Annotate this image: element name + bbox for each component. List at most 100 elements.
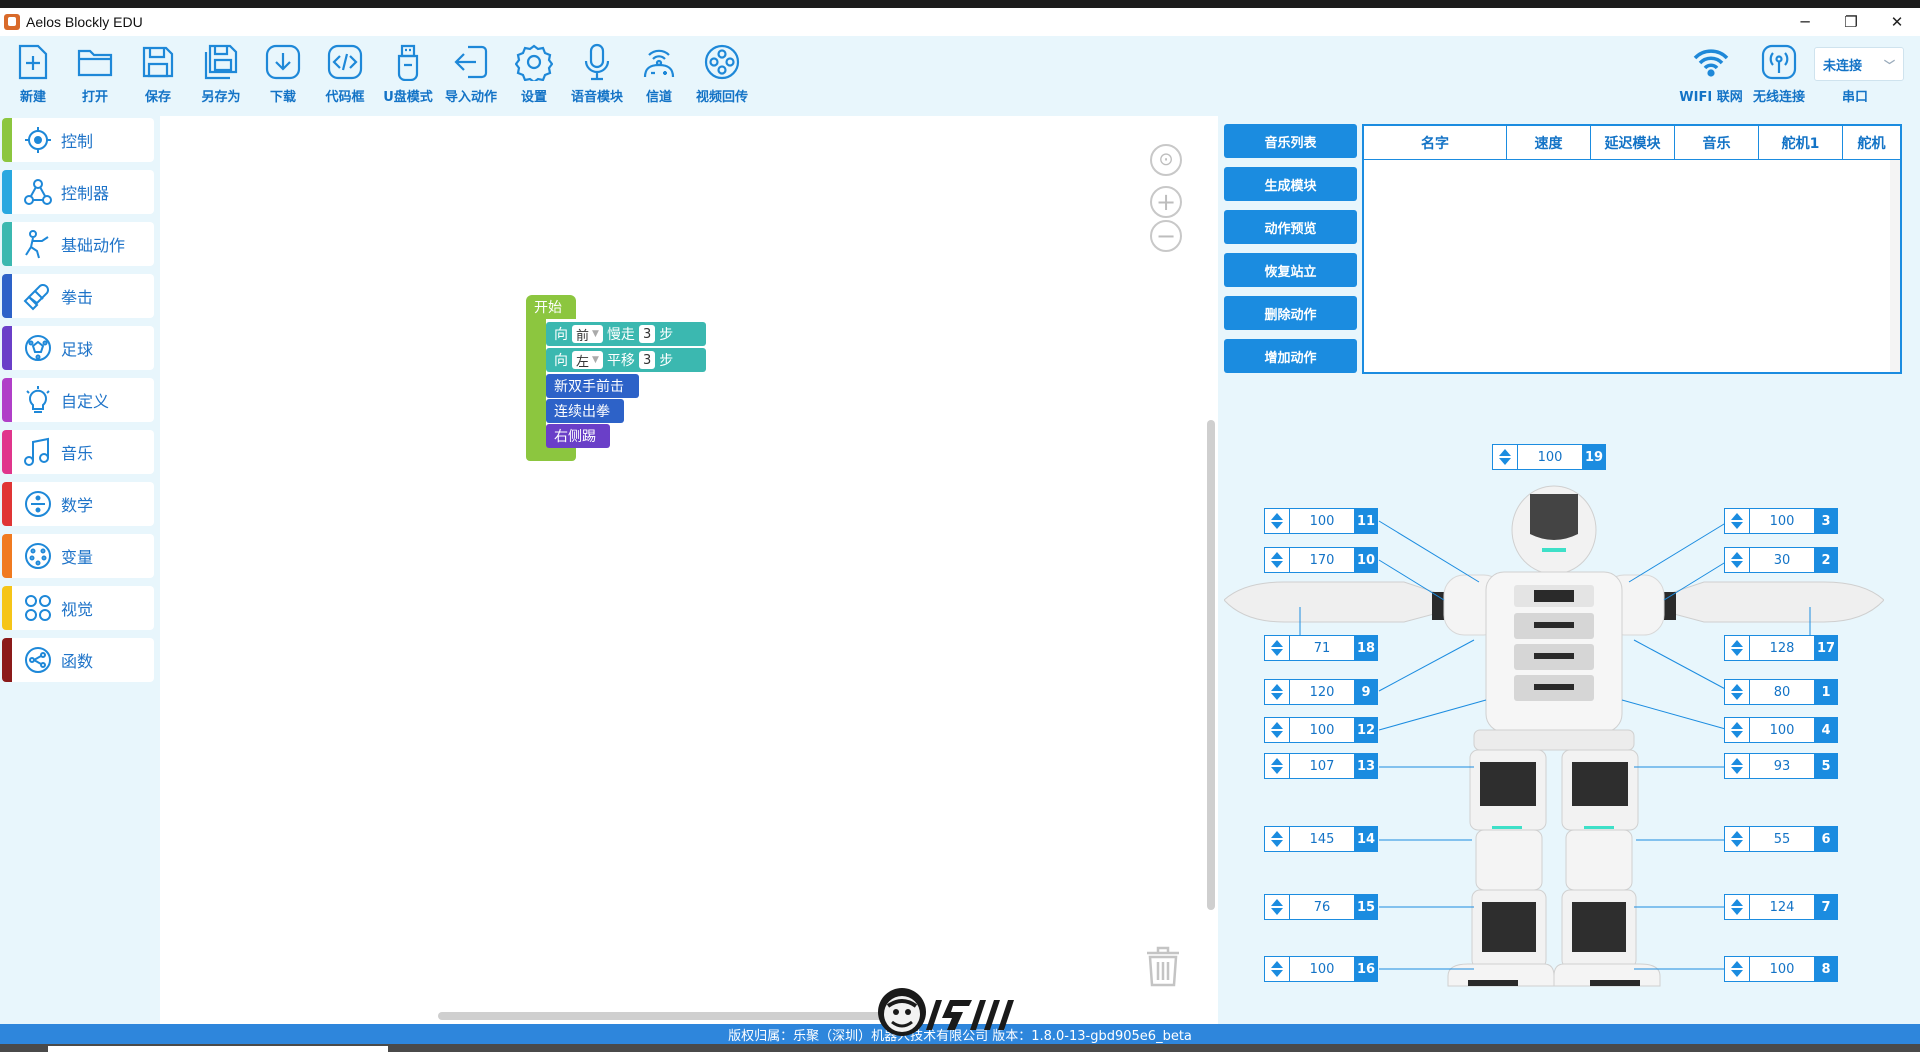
servo-spinner[interactable] xyxy=(1264,679,1290,705)
punch-block[interactable]: 新双手前击 xyxy=(546,374,639,398)
servo-spinner[interactable] xyxy=(1724,956,1750,982)
servo-1-control[interactable]: 80 1 xyxy=(1724,679,1838,705)
column-servo[interactable]: 舵机 xyxy=(1843,126,1900,160)
servo-value[interactable]: 100 xyxy=(1518,444,1582,470)
servo-6-control[interactable]: 55 6 xyxy=(1724,826,1838,852)
category-football[interactable]: 足球 xyxy=(2,326,154,370)
servo-value[interactable]: 100 xyxy=(1290,508,1354,534)
wifi-connect-button[interactable]: WIFI 联网 xyxy=(1676,40,1746,110)
servo-spinner[interactable] xyxy=(1264,753,1290,779)
servo-spinner[interactable] xyxy=(1492,444,1518,470)
servo-value[interactable]: 71 xyxy=(1290,635,1354,661)
close-button[interactable]: ✕ xyxy=(1874,8,1920,36)
recenter-button[interactable]: ⊙ xyxy=(1150,144,1182,176)
category-control[interactable]: 控制 xyxy=(2,118,154,162)
zoom-out-button[interactable]: − xyxy=(1150,220,1182,252)
combo-punch-block[interactable]: 连续出拳 xyxy=(546,399,624,423)
start-block[interactable]: 开始 xyxy=(526,295,576,319)
servo-value[interactable]: 93 xyxy=(1750,753,1814,779)
walk-direction-dropdown[interactable]: 前 ▼ xyxy=(572,325,603,344)
trash-icon[interactable] xyxy=(1144,944,1182,988)
servo-value[interactable]: 80 xyxy=(1750,679,1814,705)
walk-block[interactable]: 向 前 ▼ 慢走 3 步 xyxy=(546,322,706,346)
servo-value[interactable]: 100 xyxy=(1750,717,1814,743)
servo-value[interactable]: 100 xyxy=(1290,717,1354,743)
servo-12-control[interactable]: 100 12 xyxy=(1264,717,1378,743)
servo-spinner[interactable] xyxy=(1264,547,1290,573)
servo-spinner[interactable] xyxy=(1264,826,1290,852)
new-button[interactable]: 新建 xyxy=(2,40,64,110)
servo-spinner[interactable] xyxy=(1264,635,1290,661)
category-custom[interactable]: 自定义 xyxy=(2,378,154,422)
voice-module-button[interactable]: 语音模块 xyxy=(566,40,628,110)
servo-value[interactable]: 145 xyxy=(1290,826,1354,852)
servo-11-control[interactable]: 100 11 xyxy=(1264,508,1378,534)
minimize-button[interactable]: ─ xyxy=(1782,8,1828,36)
video-return-button[interactable]: 视频回传 xyxy=(691,40,753,110)
shift-steps-field[interactable]: 3 xyxy=(638,351,656,369)
table-scrollbar[interactable] xyxy=(1890,160,1900,372)
servo-spinner[interactable] xyxy=(1264,508,1290,534)
column-delay[interactable]: 延迟模块 xyxy=(1591,126,1675,160)
category-variable[interactable]: 变量 xyxy=(2,534,154,578)
servo-spinner[interactable] xyxy=(1724,894,1750,920)
servo-15-control[interactable]: 76 15 xyxy=(1264,894,1378,920)
servo-value[interactable]: 128 xyxy=(1750,635,1814,661)
servo-value[interactable]: 107 xyxy=(1290,753,1354,779)
save-as-button[interactable]: 另存为 xyxy=(190,40,252,110)
category-basic-action[interactable]: 基础动作 xyxy=(2,222,154,266)
column-name[interactable]: 名字 xyxy=(1364,126,1507,160)
servo-spinner[interactable] xyxy=(1264,717,1290,743)
shift-block[interactable]: 向 左 ▼ 平移 3 步 xyxy=(546,348,706,372)
servo-spinner[interactable] xyxy=(1724,717,1750,743)
walk-steps-field[interactable]: 3 xyxy=(638,325,656,343)
servo-value[interactable]: 100 xyxy=(1750,956,1814,982)
column-servo1[interactable]: 舵机1 xyxy=(1759,126,1843,160)
servo-spinner[interactable] xyxy=(1264,956,1290,982)
servo-value[interactable]: 76 xyxy=(1290,894,1354,920)
servo-value[interactable]: 30 xyxy=(1750,547,1814,573)
servo-value[interactable]: 124 xyxy=(1750,894,1814,920)
wireless-connect-button[interactable]: 无线连接 xyxy=(1744,40,1814,110)
zoom-in-button[interactable]: + xyxy=(1150,186,1182,218)
blockly-workspace[interactable]: ⊙ + − xyxy=(160,116,1218,1024)
servo-7-control[interactable]: 124 7 xyxy=(1724,894,1838,920)
servo-spinner[interactable] xyxy=(1724,826,1750,852)
connection-select[interactable]: 未连接 ﹀ xyxy=(1814,47,1904,81)
workspace-horizontal-scrollbar[interactable] xyxy=(438,1012,918,1020)
column-speed[interactable]: 速度 xyxy=(1507,126,1591,160)
column-music[interactable]: 音乐 xyxy=(1675,126,1759,160)
category-boxing[interactable]: 拳击 xyxy=(2,274,154,318)
servo-8-control[interactable]: 100 8 xyxy=(1724,956,1838,982)
side-kick-block[interactable]: 右侧踢 xyxy=(546,424,610,448)
restore-button[interactable]: ❐ xyxy=(1828,8,1874,36)
servo-3-control[interactable]: 100 3 xyxy=(1724,508,1838,534)
category-controller[interactable]: 控制器 xyxy=(2,170,154,214)
servo-spinner[interactable] xyxy=(1724,547,1750,573)
category-function[interactable]: 函数 xyxy=(2,638,154,682)
shift-direction-dropdown[interactable]: 左 ▼ xyxy=(572,351,603,370)
generate-module-button[interactable]: 生成模块 xyxy=(1224,167,1357,201)
servo-14-control[interactable]: 145 14 xyxy=(1264,826,1378,852)
servo-16-control[interactable]: 100 16 xyxy=(1264,956,1378,982)
action-table[interactable]: 名字 速度 延迟模块 音乐 舵机1 舵机 xyxy=(1362,124,1902,374)
servo-10-control[interactable]: 170 10 xyxy=(1264,547,1378,573)
workspace-vertical-scrollbar[interactable] xyxy=(1207,420,1215,910)
download-button[interactable]: 下载 xyxy=(252,40,314,110)
servo-4-control[interactable]: 100 4 xyxy=(1724,717,1838,743)
servo-spinner[interactable] xyxy=(1724,635,1750,661)
servo-9-control[interactable]: 120 9 xyxy=(1264,679,1378,705)
servo-spinner[interactable] xyxy=(1724,753,1750,779)
servo-spinner[interactable] xyxy=(1264,894,1290,920)
servo-value[interactable]: 170 xyxy=(1290,547,1354,573)
channel-button[interactable]: 信道 xyxy=(628,40,690,110)
category-vision[interactable]: 视觉 xyxy=(2,586,154,630)
delete-action-button[interactable]: 删除动作 xyxy=(1224,296,1357,330)
code-box-button[interactable]: 代码框 xyxy=(314,40,376,110)
servo-13-control[interactable]: 107 13 xyxy=(1264,753,1378,779)
servo-18-control[interactable]: 71 18 xyxy=(1264,635,1378,661)
servo-17-control[interactable]: 128 17 xyxy=(1724,635,1838,661)
servo-spinner[interactable] xyxy=(1724,679,1750,705)
usb-mode-button[interactable]: U盘模式 xyxy=(377,40,439,110)
restore-stand-button[interactable]: 恢复站立 xyxy=(1224,253,1357,287)
